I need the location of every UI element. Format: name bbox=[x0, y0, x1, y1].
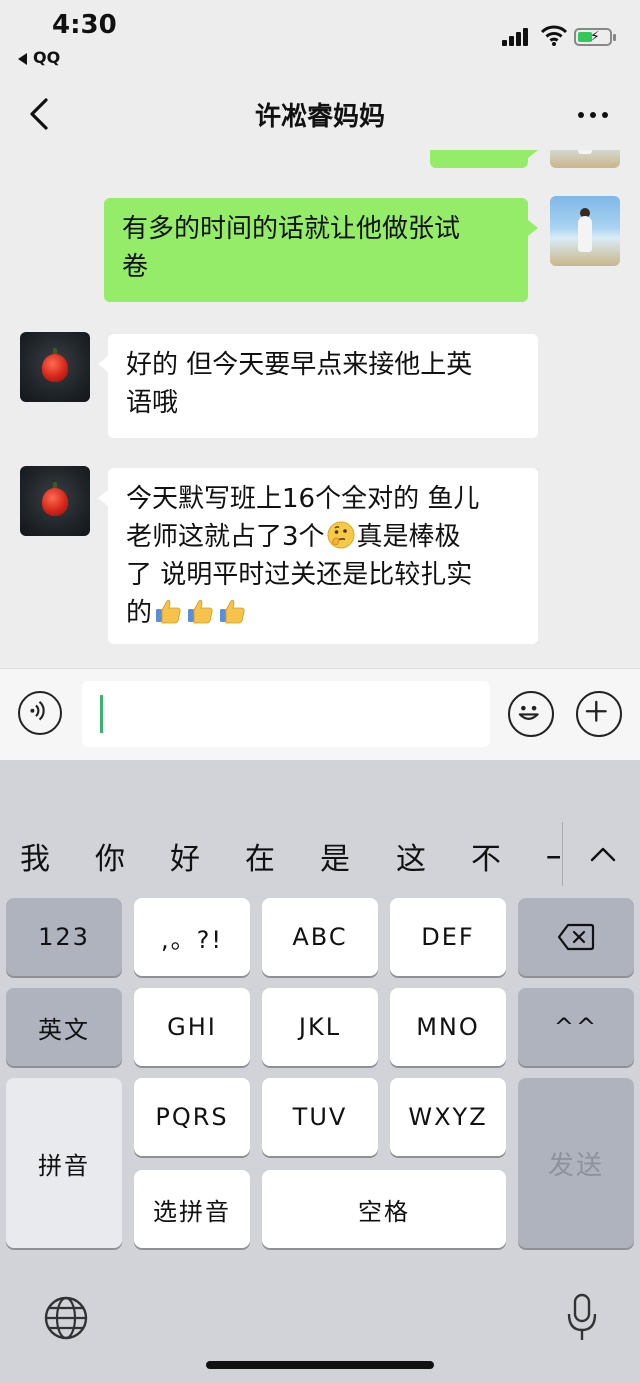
candidate-word[interactable]: 一 bbox=[546, 834, 560, 878]
my-avatar[interactable] bbox=[550, 196, 620, 266]
home-indicator[interactable] bbox=[206, 1361, 434, 1369]
status-bar: 4:30 QQ ⚡ bbox=[0, 0, 640, 78]
key-ghi[interactable]: GHI bbox=[134, 988, 250, 1066]
key-tuv[interactable]: TUV bbox=[262, 1078, 378, 1156]
candidate-word[interactable]: 好 bbox=[170, 834, 200, 878]
add-attachment-icon[interactable] bbox=[576, 691, 622, 737]
thumbs-up-emoji-icon bbox=[220, 599, 245, 624]
contact-avatar[interactable] bbox=[20, 466, 90, 536]
send-button[interactable]: 发送 bbox=[518, 1078, 634, 1248]
status-time: 4:30 bbox=[52, 10, 117, 40]
cellular-signal-icon bbox=[502, 28, 530, 46]
voice-input-icon[interactable] bbox=[18, 691, 62, 735]
message-text-field[interactable] bbox=[82, 681, 490, 747]
key-def[interactable]: DEF bbox=[390, 898, 506, 976]
key-emoticon[interactable]: ^^ bbox=[518, 988, 634, 1066]
message-input-bar bbox=[0, 668, 640, 761]
emoji-face-icon[interactable] bbox=[508, 691, 554, 737]
message-text-line: 的 bbox=[126, 594, 520, 632]
chat-header: 许凇睿妈妈 bbox=[0, 78, 640, 151]
thumbs-up-emoji-icon bbox=[188, 599, 213, 624]
candidate-divider bbox=[562, 822, 563, 886]
key-jkl[interactable]: JKL bbox=[262, 988, 378, 1066]
candidate-word[interactable]: 你 bbox=[95, 834, 125, 878]
pinyin-keyboard: 我 你 好 在 是 这 不 一 123 ,。?! ABC DEF 英文 GHI … bbox=[0, 760, 640, 1383]
back-arrow-icon bbox=[18, 52, 27, 65]
message-bubble-sent[interactable]: 有多的时间的话就让他做张试 卷 bbox=[104, 198, 538, 302]
globe-icon[interactable] bbox=[42, 1294, 90, 1342]
message-bubble-partial[interactable] bbox=[430, 150, 538, 168]
delete-backspace-icon bbox=[557, 923, 595, 951]
message-text-line: 今天默写班上16个全对的 鱼儿 bbox=[126, 484, 480, 514]
key-punctuation[interactable]: ,。?! bbox=[134, 898, 250, 976]
message-text-line: 有多的时间的话就让他做张试 bbox=[122, 214, 461, 244]
key-pinyin[interactable]: 拼音 bbox=[6, 1078, 122, 1248]
chevron-up-icon[interactable] bbox=[588, 840, 618, 870]
message-text-line: 语哦 bbox=[126, 388, 179, 418]
message-bubble-received[interactable]: 好的 但今天要早点来接他上英 语哦 bbox=[98, 334, 538, 438]
key-english[interactable]: 英文 bbox=[6, 988, 122, 1066]
key-pqrs[interactable]: PQRS bbox=[134, 1078, 250, 1156]
candidate-bar: 我 你 好 在 是 这 不 一 bbox=[0, 820, 640, 896]
my-avatar-partial[interactable] bbox=[550, 150, 620, 168]
message-text-line: 好的 但今天要早点来接他上英 bbox=[126, 350, 473, 380]
wifi-icon bbox=[540, 25, 568, 46]
key-abc[interactable]: ABC bbox=[262, 898, 378, 976]
message-list[interactable]: 有多的时间的话就让他做张试 卷 好的 但今天要早点来接他上英 语哦 今天默写班上… bbox=[0, 150, 640, 668]
candidate-word[interactable]: 在 bbox=[245, 834, 275, 878]
key-delete[interactable] bbox=[518, 898, 634, 976]
key-mno[interactable]: MNO bbox=[390, 988, 506, 1066]
microphone-icon[interactable] bbox=[562, 1292, 602, 1344]
candidate-word[interactable]: 不 bbox=[471, 834, 501, 878]
message-text-line: 老师这就占了3个 真是棒极 bbox=[126, 521, 461, 552]
key-select-pinyin[interactable]: 选拼音 bbox=[134, 1170, 250, 1248]
candidate-word[interactable]: 我 bbox=[20, 834, 50, 878]
key-space[interactable]: 空格 bbox=[262, 1170, 506, 1248]
battery-charging-icon: ⚡ bbox=[574, 28, 616, 46]
contact-avatar[interactable] bbox=[20, 332, 90, 402]
candidate-word[interactable]: 这 bbox=[396, 834, 426, 878]
chat-title: 许凇睿妈妈 bbox=[254, 102, 385, 132]
message-bubble-received[interactable]: 今天默写班上16个全对的 鱼儿 老师这就占了3个 真是棒极 了 说明平时过关还是… bbox=[98, 468, 538, 644]
text-caret bbox=[100, 695, 103, 733]
message-text-line: 了 说明平时过关还是比较扎实 bbox=[126, 560, 473, 590]
back-to-app-link[interactable]: QQ bbox=[18, 48, 60, 67]
key-123[interactable]: 123 bbox=[6, 898, 122, 976]
key-wxyz[interactable]: WXYZ bbox=[390, 1078, 506, 1156]
thinking-face-emoji-icon bbox=[327, 521, 355, 549]
back-app-label: QQ bbox=[33, 48, 61, 67]
candidate-word[interactable]: 是 bbox=[320, 834, 350, 878]
thumbs-up-emoji-icon bbox=[156, 599, 181, 624]
more-options-icon[interactable] bbox=[570, 94, 616, 134]
message-text-line: 卷 bbox=[122, 252, 149, 282]
